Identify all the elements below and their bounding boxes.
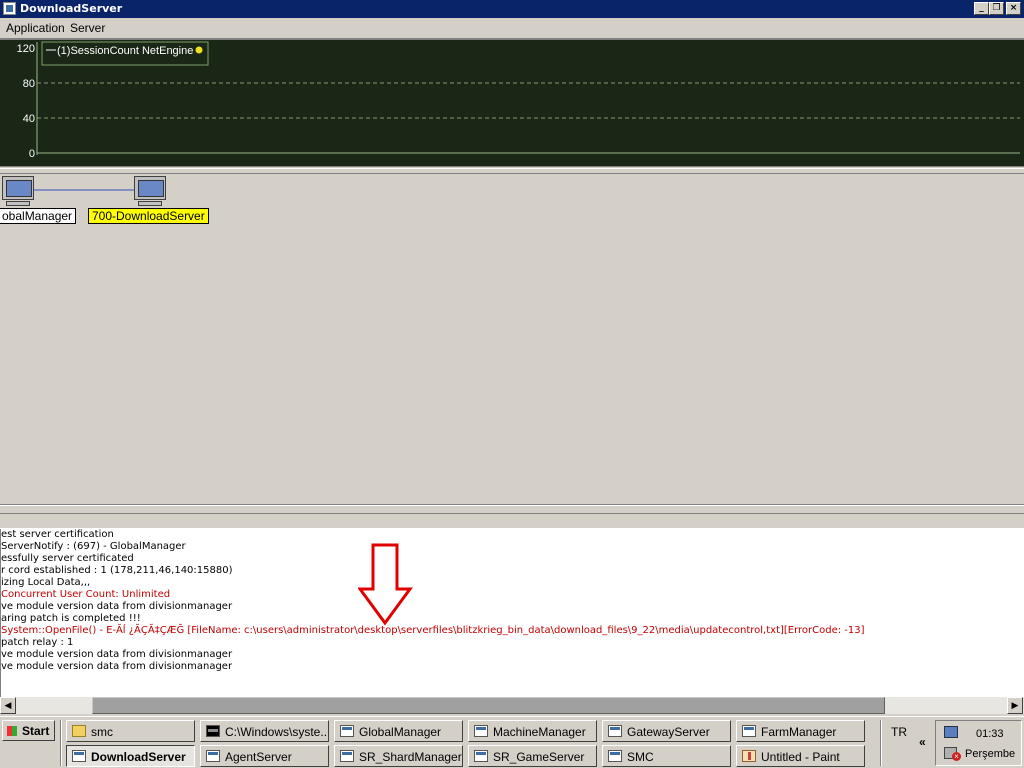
log-line: essfully server certificated	[1, 553, 134, 564]
download-server-window: DownloadServer _ ❐ × Application Server …	[0, 0, 1024, 716]
restore-button[interactable]: ❐	[989, 2, 1004, 15]
window-icon	[340, 750, 354, 762]
node-label-download-server: 700-DownloadServer	[88, 208, 209, 224]
taskbar-button-label: GatewayServer	[627, 725, 710, 739]
legend-label: (1)SessionCount NetEngine	[57, 45, 193, 57]
taskbar-separator	[60, 720, 62, 766]
scroll-right-button[interactable]: ▶	[1007, 697, 1023, 714]
log-line: aring patch is completed !!!	[1, 613, 141, 624]
scroll-thumb[interactable]	[92, 697, 885, 714]
log-line: ve module version data from divisionmana…	[1, 661, 233, 672]
taskbar-button-sr-shardmanager[interactable]: SR_ShardManager	[334, 745, 463, 767]
taskbar-button-label: SR_GameServer	[493, 750, 585, 764]
taskbar-button-agentserver[interactable]: AgentServer	[200, 745, 329, 767]
log-header-bar	[0, 513, 1024, 529]
window-icon	[474, 750, 488, 762]
log-line: ServerNotify : (697) - GlobalManager	[1, 541, 186, 552]
taskbar-button-smc[interactable]: SMC	[602, 745, 731, 767]
taskbar-button-c-windows-syste[interactable]: C:\Windows\syste...	[200, 720, 329, 742]
taskbar: Start smc C:\Windows\syste... GlobalManage…	[0, 716, 1024, 768]
log-line: patch relay : 1	[1, 637, 74, 648]
window-icon	[608, 725, 622, 737]
window-title: DownloadServer	[20, 2, 123, 15]
log-line: ve module version data from divisionmana…	[1, 649, 233, 660]
computer-icon	[134, 176, 166, 206]
taskbar-button-label: C:\Windows\syste...	[225, 725, 329, 739]
minimize-button[interactable]: _	[974, 2, 989, 15]
muted-icon: ×	[952, 752, 961, 761]
window-icon	[474, 725, 488, 737]
taskbar-button-label: SR_ShardManager	[359, 750, 462, 764]
taskbar-button-label: FarmManager	[761, 725, 837, 739]
system-tray: × 01:33 Perşembe	[935, 720, 1022, 766]
taskbar-separator	[880, 720, 882, 766]
server-topology-panel: obalManager 700-DownloadServer	[0, 174, 1024, 505]
computer-icon	[2, 176, 34, 206]
close-button[interactable]: ×	[1006, 2, 1021, 15]
title-bar[interactable]: DownloadServer _ ❐ ×	[0, 0, 1024, 18]
window-icon	[72, 750, 86, 762]
taskbar-button-label: DownloadServer	[91, 750, 186, 764]
taskbar-button-label: smc	[91, 725, 113, 739]
legend-marker-dot	[195, 46, 203, 54]
y-tick-label: 40	[23, 113, 35, 125]
folder-icon	[72, 725, 86, 737]
log-line: izing Local Data,,,	[1, 577, 91, 588]
menu-bar: Application Server	[0, 18, 1024, 38]
window-icon	[340, 725, 354, 737]
taskbar-button-globalmanager[interactable]: GlobalManager	[334, 720, 463, 742]
taskbar-button-sr-gameserver[interactable]: SR_GameServer	[468, 745, 597, 767]
taskbar-button-farmmanager[interactable]: FarmManager	[736, 720, 865, 742]
session-count-chart: 120 80 40 0 (1)SessionCount NetEngine	[0, 38, 1024, 167]
taskbar-button-label: SMC	[627, 750, 654, 764]
menu-application[interactable]: Application	[6, 21, 65, 35]
splitter-middle[interactable]	[0, 505, 1024, 513]
taskbar-button-downloadserver[interactable]: DownloadServer	[66, 745, 195, 767]
taskbar-button-label: MachineManager	[493, 725, 586, 739]
log-line-error: Concurrent User Count: Unlimited	[1, 589, 171, 600]
language-indicator[interactable]: TR	[891, 725, 907, 739]
taskbar-button-label: GlobalManager	[359, 725, 442, 739]
start-button[interactable]: Start	[2, 720, 55, 741]
menu-server[interactable]: Server	[70, 21, 105, 35]
start-label: Start	[22, 724, 50, 738]
window-icon	[206, 750, 220, 762]
taskbar-button-label: Untitled - Paint	[761, 750, 840, 764]
node-label-global-manager: obalManager	[0, 208, 77, 224]
network-icon[interactable]	[944, 726, 958, 738]
paint-icon	[742, 750, 756, 762]
window-icon	[742, 725, 756, 737]
taskbar-button-smc[interactable]: smc	[66, 720, 195, 742]
log-line: r cord established : 1 (178,211,46,140:1…	[1, 565, 233, 576]
horizontal-scrollbar[interactable]: ◀ ▶	[0, 697, 1024, 714]
log-line: est server certification	[1, 529, 114, 540]
windows-logo-icon	[7, 726, 17, 736]
down-arrow-annotation	[358, 543, 413, 626]
clock-day[interactable]: Perşembe	[965, 748, 1015, 760]
y-tick-label: 120	[17, 43, 35, 55]
cmd-icon	[206, 725, 220, 737]
app-icon[interactable]	[3, 2, 16, 15]
clock-time[interactable]: 01:33	[976, 728, 1004, 740]
chart-canvas: 120 80 40 0 (1)SessionCount NetEngine	[17, 41, 1020, 160]
scroll-left-button[interactable]: ◀	[0, 697, 16, 714]
log-line-error: System::OpenFile() - E-Ăĺ ¿ĂÇĂ‡ÇÆĞ [File…	[1, 625, 865, 636]
log-output[interactable]: est server certification ServerNotify : (…	[0, 529, 1024, 697]
y-tick-label: 80	[23, 78, 35, 90]
taskbar-button-untitled-paint[interactable]: Untitled - Paint	[736, 745, 865, 767]
taskbar-button-label: AgentServer	[225, 750, 292, 764]
taskbar-button-machinemanager[interactable]: MachineManager	[468, 720, 597, 742]
taskbar-button-gatewayserver[interactable]: GatewayServer	[602, 720, 731, 742]
window-icon	[608, 750, 622, 762]
log-line: ve module version data from divisionmana…	[1, 601, 233, 612]
y-tick-label: 0	[29, 148, 35, 160]
show-hidden-icons-chevron[interactable]: «	[919, 735, 926, 749]
